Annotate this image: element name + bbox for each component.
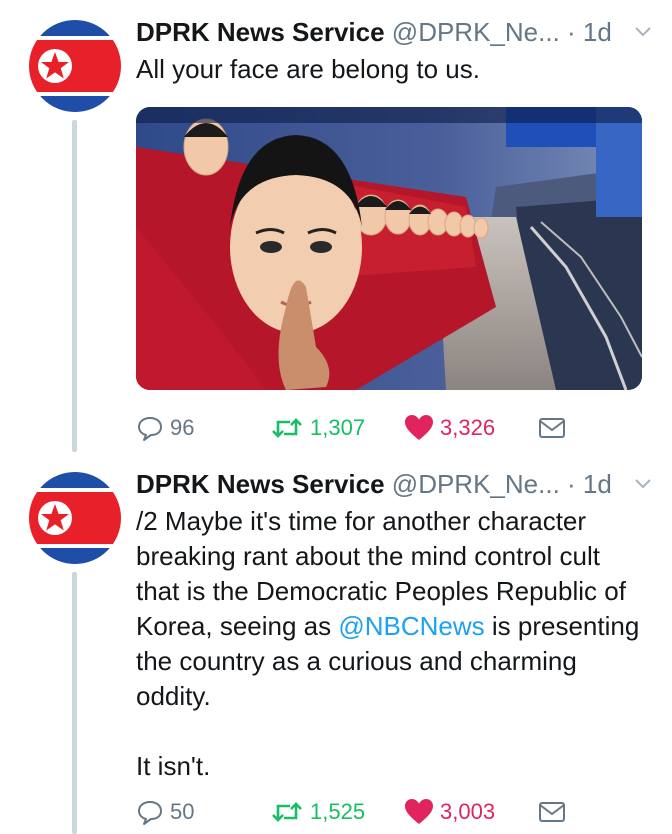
tweet-actions: 50 1,525 3,003	[136, 794, 576, 830]
retweet-count: 1,525	[310, 799, 366, 824]
reply-icon	[138, 417, 162, 441]
reply-count: 96	[170, 415, 195, 440]
reply-icon	[138, 801, 162, 825]
like-count: 3,326	[440, 415, 496, 440]
chevron-down-icon[interactable]	[634, 478, 652, 490]
tweet-1[interactable]: DPRK News Service @DPRK_Ne... · 1d All y…	[0, 0, 672, 452]
timestamp[interactable]: · 1d	[567, 469, 612, 499]
like-count: 3,003	[440, 799, 496, 824]
tweet-header: DPRK News Service @DPRK_Ne... · 1d	[136, 14, 652, 50]
tweet-photo[interactable]	[136, 107, 642, 390]
envelope-icon	[539, 802, 565, 822]
retweet-button[interactable]: 1,525	[270, 794, 365, 830]
thread-line	[72, 572, 77, 834]
reply-button[interactable]: 50	[136, 794, 194, 830]
user-handle[interactable]: @DPRK_Ne...	[392, 17, 560, 47]
retweet-button[interactable]: 1,307	[270, 410, 365, 446]
heart-icon	[405, 799, 433, 824]
mention-link[interactable]: @NBCNews	[338, 611, 484, 641]
retweet-icon	[272, 418, 302, 438]
avatar-dprk-flag[interactable]	[29, 20, 121, 112]
thread-line	[72, 120, 77, 452]
envelope-icon	[539, 418, 565, 438]
heart-icon	[405, 415, 433, 440]
tweet-header: DPRK News Service @DPRK_Ne... · 1d	[136, 466, 652, 502]
user-handle[interactable]: @DPRK_Ne...	[392, 469, 560, 499]
timestamp[interactable]: · 1d	[567, 17, 612, 47]
retweet-count: 1,307	[310, 415, 366, 440]
tweet-actions: 96 1,307 3,326	[136, 410, 576, 446]
display-name[interactable]: DPRK News Service	[136, 17, 385, 47]
like-button[interactable]: 3,003	[404, 794, 495, 830]
reply-count: 50	[170, 799, 195, 824]
tweet-text: All your face are belong to us.	[136, 54, 480, 84]
direct-message-button[interactable]	[538, 794, 566, 830]
retweet-icon	[272, 802, 302, 822]
display-name[interactable]: DPRK News Service	[136, 469, 385, 499]
direct-message-button[interactable]	[538, 410, 566, 446]
tweet-2[interactable]: DPRK News Service @DPRK_Ne... · 1d /2 Ma…	[0, 452, 672, 834]
like-button[interactable]: 3,326	[404, 410, 495, 446]
tweet-text: /2 Maybe it's time for another character…	[136, 504, 646, 784]
chevron-down-icon[interactable]	[634, 26, 652, 38]
reply-button[interactable]: 96	[136, 410, 194, 446]
avatar-dprk-flag[interactable]	[29, 472, 121, 564]
